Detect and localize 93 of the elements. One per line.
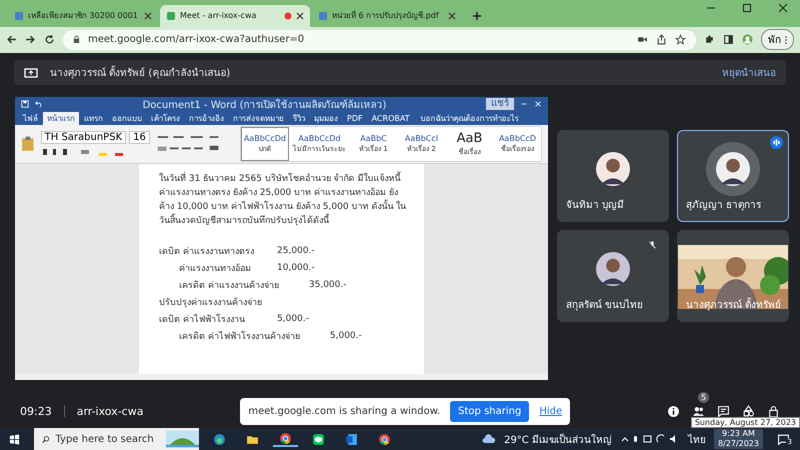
share-icon[interactable]	[656, 34, 667, 46]
tell-me-field[interactable]: บอกฉันว่าคุณต้องการทำอะไร	[420, 112, 519, 125]
meeting-time: 09:23	[20, 404, 52, 418]
back-icon[interactable]	[6, 34, 17, 46]
page-icon	[14, 10, 24, 20]
paste-icon[interactable]	[21, 135, 35, 153]
entry-label: ปรับปรุงค่าแรงงานค้างจ่าย	[159, 296, 263, 308]
entry-amount: 25,000.-	[277, 246, 315, 256]
participant-tile[interactable]: สุภัญญา ธาตุการ	[677, 130, 789, 222]
avatar-figure	[596, 252, 630, 286]
ribbon-tab[interactable]: มุมมอง	[310, 112, 342, 125]
island-icon	[166, 429, 199, 449]
ribbon-tab[interactable]: แทรก	[80, 112, 107, 125]
page-icon	[166, 10, 176, 20]
page-icon	[318, 10, 328, 20]
ribbon-tab[interactable]: การอ้างอิง	[185, 112, 228, 125]
close-icon[interactable]	[448, 12, 456, 20]
ribbon-tab[interactable]: ACROBAT	[368, 112, 414, 125]
entry-label: เดบิต ค่าแรงงานทางตรง	[159, 246, 255, 258]
entry-label: เครดิต ค่าไฟฟ้าโรงงานค้างจ่าย	[179, 330, 300, 342]
search-icon	[42, 434, 50, 444]
ribbon-tab[interactable]: รีวิว	[289, 112, 309, 125]
windows-start-icon[interactable]	[9, 434, 20, 444]
browser-tab[interactable]: หน่วยที่ 6 การปรับปรุงบัญชี.pdf	[312, 4, 462, 26]
browser-tab[interactable]: เหลือเพียงสมาชิก 30200 0001	[8, 4, 158, 26]
ribbon-tab[interactable]: หน้าแรก	[43, 112, 79, 125]
avatar-icon[interactable]	[742, 34, 753, 46]
font-name-field[interactable]: TH SarabunPSK	[40, 131, 126, 144]
presenting-text: นางศุภวรรณ์ ตั้งทรัพย์ (คุณกำลังนำเสนอ)	[50, 65, 230, 80]
avatar-figure	[716, 152, 750, 186]
sharing-message: meet.google.com is sharing a window.	[248, 406, 440, 416]
meeting-code: arr-ixox-cwa	[76, 404, 144, 418]
weather-text: 29°C มีเมฆเป็นส่วนใหญ่	[504, 432, 612, 446]
browser-tab[interactable]: Meet - arr-ixox-cwa	[160, 4, 310, 26]
clock-date: 8/27/2023	[718, 439, 759, 449]
font-size-field[interactable]: 16	[129, 131, 150, 144]
taskbar-search-field[interactable]: Type here to search	[34, 428, 199, 450]
activities-icon[interactable]	[742, 404, 756, 418]
stop-sharing-button[interactable]: Stop sharing	[450, 400, 530, 422]
entry-label: เดบิต ค่าไฟฟ้าโรงงาน	[159, 312, 246, 326]
new-tab-icon[interactable]	[472, 10, 482, 20]
participant-tile[interactable]: จันทิมา บุญมี	[557, 130, 669, 222]
entry-amount: 5,000.-	[330, 330, 362, 340]
participant-name: สกุลรัตน์ ขนบไทย	[566, 298, 644, 312]
speaking-icon	[770, 136, 783, 149]
tab-title: เหลือเพียงสมาชิก 30200 0001	[28, 10, 139, 22]
people-icon[interactable]	[692, 404, 706, 418]
avatar-figure	[596, 152, 630, 186]
chrome-icon[interactable]	[273, 432, 298, 446]
lock-icon	[73, 35, 80, 44]
ribbon-tab[interactable]: PDF	[343, 112, 367, 125]
document-paragraph: ในวันที่ 31 ธันวาคม 2565 บริษัทโชคอำนวย จำกัด มีใบแจ้งหนี้ค่าแรงงานทางตรง ยังค้าง 25,000 บาท ค่าแรงงานทางอ้อม ยังค้าง 10,000 บาท ค่าไฟฟ้าโรงงาน ยังค้าง 5,000 บาท ดังนั้น ในวันสิ้นงวดบัญชีสามารถบันทึกปรับปรุงได้ดังนี้	[159, 172, 410, 228]
hide-link[interactable]: Hide	[539, 406, 562, 416]
share-button[interactable]: แชร์	[486, 98, 514, 110]
participant-tile[interactable]: สกุลรัตน์ ขนบไทย	[557, 230, 669, 322]
save-icon[interactable]	[21, 100, 29, 108]
participant-name: สุภัญญา ธาตุการ	[686, 199, 762, 212]
clock-time: 9:23 AM	[722, 429, 755, 439]
close-icon[interactable]	[144, 12, 152, 20]
participant-count: 5	[698, 392, 710, 402]
lock-icon[interactable]	[767, 404, 780, 418]
close-icon[interactable]	[296, 12, 304, 20]
entry-label: เครดิต ค่าแรงงานค้างจ่าย	[179, 280, 279, 292]
undo-icon[interactable]	[35, 100, 43, 108]
tab-title: Meet - arr-ixox-cwa	[180, 11, 258, 20]
participant-name: จันทิมา บุญมี	[566, 198, 624, 212]
maximize-icon[interactable]	[742, 2, 752, 12]
cloud-icon	[482, 434, 496, 444]
document-title: Document1 - Word (การเปิดใช้งานผลิตภัณฑ์ล้มเหลว)	[142, 98, 388, 112]
info-icon[interactable]	[667, 404, 680, 418]
present-screen-icon	[24, 68, 38, 78]
entry-label: ค่าแรงงานทางอ้อม	[179, 262, 252, 274]
reload-icon[interactable]	[44, 34, 55, 46]
sidebar-icon[interactable]	[723, 34, 734, 46]
entry-amount: 10,000.-	[277, 262, 315, 272]
participant-name: นางศุภวรรณ์ ตั้งทรัพย์	[686, 297, 782, 312]
entry-amount: 35,000.-	[308, 280, 346, 290]
tab-title: หน่วยที่ 6 การปรับปรุงบัญชี.pdf	[332, 9, 440, 22]
puzzle-icon[interactable]	[704, 34, 715, 46]
address-field[interactable]: meet.google.com/arr-ixox-cwa?authuser=0	[63, 30, 696, 50]
profile-button[interactable]: พัก	[761, 29, 794, 50]
stop-presenting-link[interactable]: หยุดนำเสนอ	[722, 65, 776, 80]
clock[interactable]: 9:23 AM 8/27/2023	[714, 429, 763, 449]
ribbon-tab[interactable]: เค้าโครง	[147, 112, 184, 125]
chat-icon[interactable]	[717, 404, 730, 418]
language-indicator[interactable]: ไทย	[688, 432, 706, 446]
star-icon[interactable]	[675, 34, 686, 46]
forward-icon[interactable]	[25, 34, 36, 46]
ribbon-tab[interactable]: การส่งจดหมาย	[229, 112, 288, 125]
close-icon[interactable]	[778, 2, 788, 12]
entry-amount: 5,000.-	[277, 314, 309, 324]
ribbon-tab[interactable]: ไฟล์	[19, 112, 42, 125]
ribbon-tab[interactable]: ออกแบบ	[108, 112, 146, 125]
